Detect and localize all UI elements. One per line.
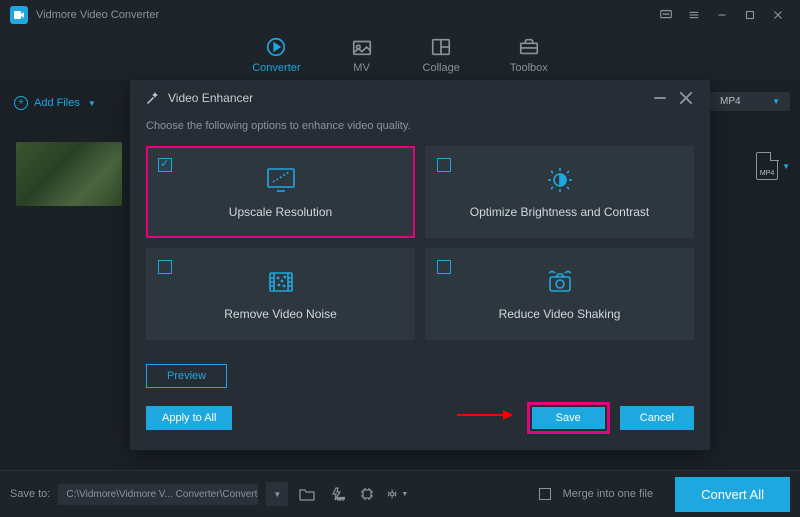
- hardware-accel-icon[interactable]: OFF: [326, 483, 348, 505]
- option-remove-noise[interactable]: Remove Video Noise: [146, 248, 415, 340]
- dialog-description: Choose the following options to enhance …: [146, 120, 694, 132]
- merge-label: Merge into one file: [563, 488, 654, 500]
- save-to-label: Save to:: [10, 488, 50, 500]
- option-brightness-label: Optimize Brightness and Contrast: [470, 205, 649, 219]
- option-brightness-contrast[interactable]: Optimize Brightness and Contrast: [425, 146, 694, 238]
- camera-icon: [543, 267, 577, 297]
- tab-toolbox-label: Toolbox: [510, 62, 548, 74]
- checkbox-brightness[interactable]: [437, 158, 451, 172]
- chevron-down-icon: ▼: [88, 99, 96, 108]
- output-format-label: MP4: [720, 96, 741, 107]
- video-thumbnail[interactable]: [16, 142, 122, 206]
- option-upscale-resolution[interactable]: Upscale Resolution: [146, 146, 415, 238]
- checkbox-shaking[interactable]: [437, 260, 451, 274]
- checkbox-upscale[interactable]: [158, 158, 172, 172]
- mv-icon: [351, 36, 373, 58]
- convert-all-button[interactable]: Convert All: [675, 477, 790, 512]
- tab-converter-label: Converter: [252, 62, 300, 74]
- chevron-down-icon: ▼: [782, 162, 790, 171]
- svg-text:OFF: OFF: [337, 496, 345, 501]
- maximize-icon[interactable]: [738, 3, 762, 27]
- add-files-label: Add Files: [34, 97, 80, 109]
- output-format-dropdown[interactable]: MP4 ▼: [710, 92, 790, 111]
- dialog-header: Video Enhancer: [130, 80, 710, 116]
- toolbox-icon: [518, 36, 540, 58]
- menu-icon[interactable]: [682, 3, 706, 27]
- option-noise-label: Remove Video Noise: [224, 307, 337, 321]
- option-upscale-label: Upscale Resolution: [229, 205, 332, 219]
- close-icon[interactable]: [766, 3, 790, 27]
- save-to-path[interactable]: C:\Vidmore\Vidmore V... Converter\Conver…: [58, 484, 258, 505]
- converter-icon: [265, 36, 287, 58]
- cpu-icon[interactable]: [356, 483, 378, 505]
- titlebar: Vidmore Video Converter: [0, 0, 800, 30]
- cancel-button[interactable]: Cancel: [620, 406, 694, 430]
- tab-collage-label: Collage: [423, 62, 460, 74]
- plus-icon: +: [14, 96, 28, 110]
- bottom-bar: Save to: C:\Vidmore\Vidmore V... Convert…: [0, 470, 800, 517]
- main-tabs: Converter MV Collage Toolbox: [0, 30, 800, 80]
- save-highlight: Save: [527, 402, 610, 434]
- tab-mv-label: MV: [353, 62, 370, 74]
- wand-icon: [144, 90, 160, 106]
- folder-icon[interactable]: [296, 483, 318, 505]
- app-title: Vidmore Video Converter: [36, 9, 159, 21]
- dialog-close-icon[interactable]: [676, 88, 696, 108]
- film-icon: [264, 267, 298, 297]
- merge-checkbox[interactable]: [539, 488, 551, 500]
- tab-toolbox[interactable]: Toolbox: [510, 36, 548, 74]
- save-to-dropdown[interactable]: ▼: [266, 482, 288, 506]
- tab-mv[interactable]: MV: [351, 36, 373, 74]
- save-button[interactable]: Save: [532, 407, 605, 429]
- option-shaking-label: Reduce Video Shaking: [499, 307, 621, 321]
- monitor-icon: [264, 165, 298, 195]
- file-icon: MP4: [756, 152, 778, 180]
- gear-icon[interactable]: ▼: [386, 483, 408, 505]
- chevron-down-icon: ▼: [772, 97, 780, 106]
- minimize-icon[interactable]: [710, 3, 734, 27]
- collage-icon: [430, 36, 452, 58]
- output-file-icon[interactable]: MP4 ▼: [756, 152, 790, 180]
- tab-converter[interactable]: Converter: [252, 36, 300, 74]
- preview-button[interactable]: Preview: [146, 364, 227, 388]
- app-logo: [10, 6, 28, 24]
- options-grid: Upscale Resolution Optimize Brightness a…: [146, 146, 694, 340]
- message-icon[interactable]: [654, 3, 678, 27]
- option-reduce-shaking[interactable]: Reduce Video Shaking: [425, 248, 694, 340]
- dialog-minimize-icon[interactable]: [650, 88, 670, 108]
- apply-to-all-button[interactable]: Apply to All: [146, 406, 232, 430]
- checkbox-noise[interactable]: [158, 260, 172, 274]
- dialog-title: Video Enhancer: [168, 91, 253, 105]
- tab-collage[interactable]: Collage: [423, 36, 460, 74]
- video-enhancer-dialog: Video Enhancer Choose the following opti…: [130, 80, 710, 450]
- brightness-icon: [543, 165, 577, 195]
- add-files-button[interactable]: + Add Files ▼: [8, 92, 102, 114]
